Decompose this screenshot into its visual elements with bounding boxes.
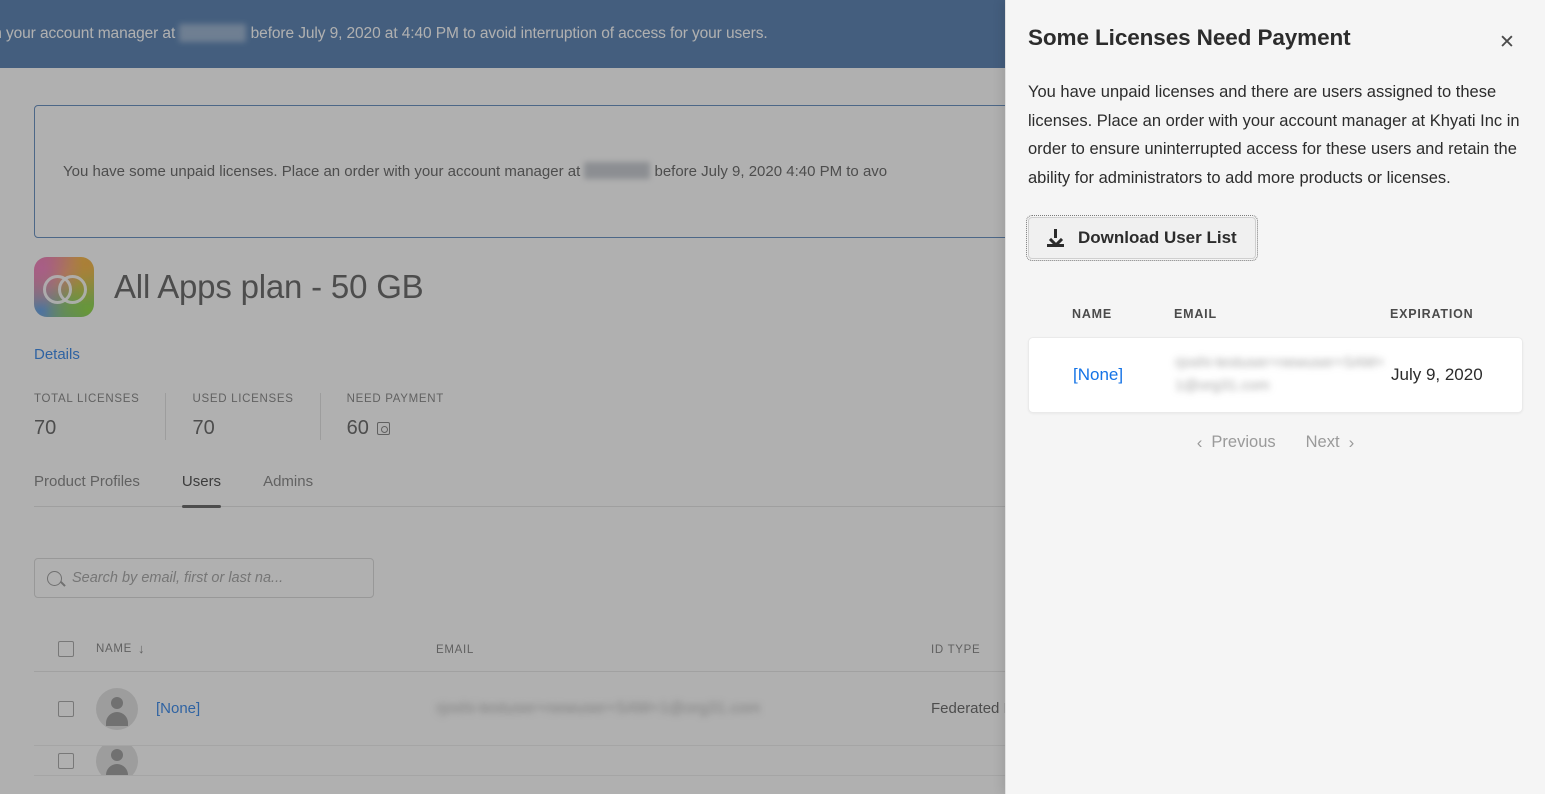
app-root: n order with your account manager at Khy… [0, 0, 1545, 794]
download-icon [1047, 228, 1064, 247]
table-row[interactable]: [None] rjoshi-testuser+newuser+SAM+1@org… [1028, 336, 1523, 413]
modal-dim-overlay[interactable] [0, 0, 1005, 794]
panel-description: You have unpaid licenses and there are u… [1028, 83, 1520, 188]
panel-row-expiration: July 9, 2020 [1391, 364, 1483, 384]
chevron-left-icon: ‹ [1196, 432, 1203, 452]
chevron-right-icon: › [1348, 432, 1355, 452]
panel-col-header-email: EMAIL [1174, 305, 1386, 323]
panel-pagination: ‹ Previous Next › [1028, 433, 1523, 452]
pagination-next-label: Next [1305, 432, 1340, 451]
licenses-need-payment-panel: Some Licenses Need Payment ✕ You have un… [1005, 0, 1545, 794]
panel-col-header-expiration-label: EXPIRATION [1390, 306, 1474, 321]
panel-row-name-link[interactable]: [None] [1029, 365, 1175, 385]
panel-users-table: NAME EMAIL EXPIRATION [None] rjoshi-test… [1028, 305, 1523, 452]
download-user-list-button[interactable]: Download User List [1026, 214, 1258, 261]
panel-col-header-email-label: EMAIL [1174, 306, 1217, 321]
pagination-previous-label: Previous [1211, 432, 1276, 451]
pagination-next-button[interactable]: Next › [1306, 433, 1355, 452]
panel-table-header: NAME EMAIL EXPIRATION [1028, 305, 1523, 337]
panel-col-header-expiration: EXPIRATION [1386, 305, 1523, 323]
close-icon[interactable]: ✕ [1493, 28, 1521, 56]
panel-header: Some Licenses Need Payment ✕ [1028, 0, 1523, 52]
pagination-previous-button[interactable]: ‹ Previous [1197, 433, 1276, 452]
panel-col-header-name: NAME [1028, 305, 1174, 323]
panel-title: Some Licenses Need Payment [1028, 25, 1351, 50]
download-user-list-label: Download User List [1078, 227, 1237, 247]
panel-col-header-name-label: NAME [1072, 306, 1113, 321]
panel-row-email-cell: rjoshi-testuser+newuser+SAM+1@org31.com [1175, 352, 1387, 397]
panel-row-email-redacted: rjoshi-testuser+newuser+SAM+1@org31.com [1175, 354, 1385, 394]
